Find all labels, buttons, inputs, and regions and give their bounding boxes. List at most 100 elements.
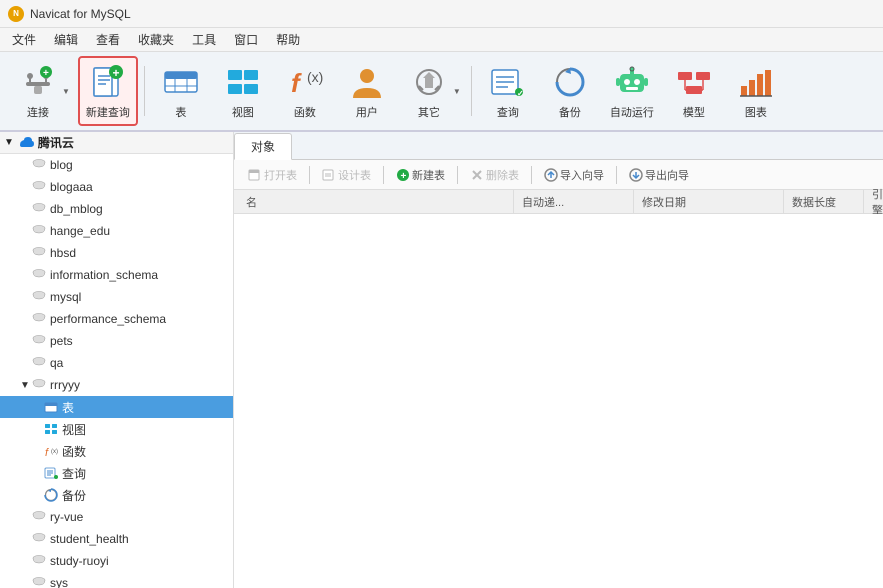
backup-sub-icon (44, 488, 58, 502)
export-wizard-label: 导出向导 (645, 167, 689, 183)
sidebar-label: hbsd (50, 246, 76, 260)
menu-help[interactable]: 帮助 (268, 29, 308, 50)
db-icon (32, 158, 46, 172)
sidebar-item-pets[interactable]: pets (0, 330, 233, 352)
import-wizard-icon (544, 168, 558, 182)
sidebar-item-query[interactable]: 查询 (0, 462, 233, 484)
query-button[interactable]: ✓ 查询 (478, 56, 538, 126)
autorun-button[interactable]: 自动运行 (602, 56, 662, 126)
delete-table-icon (470, 168, 484, 182)
content-area (234, 214, 883, 588)
svg-text:(x): (x) (307, 69, 323, 85)
db-icon (32, 180, 46, 194)
svg-text:✓: ✓ (517, 89, 524, 98)
menu-tools[interactable]: 工具 (184, 29, 224, 50)
db-icon (32, 224, 46, 238)
sidebar-item-study-ruoyi[interactable]: study-ruoyi (0, 550, 233, 572)
sidebar-label: blogaaa (50, 180, 93, 194)
export-wizard-button[interactable]: 导出向导 (623, 165, 695, 185)
chart-icon (736, 62, 776, 102)
table-button[interactable]: 表 (151, 56, 211, 126)
sidebar-label: rrryyy (50, 378, 80, 392)
sidebar-label: 备份 (62, 487, 86, 504)
menu-favorites[interactable]: 收藏夹 (130, 29, 182, 50)
backup-button[interactable]: 备份 (540, 56, 600, 126)
sidebar-item-blog[interactable]: blog (0, 154, 233, 176)
open-table-button[interactable]: 打开表 (242, 165, 303, 185)
sidebar-item-view[interactable]: 视图 (0, 418, 233, 440)
sidebar: ▼ 腾讯云 blog blogaaa db_mblog hange_edu (0, 132, 234, 588)
db-icon (32, 334, 46, 348)
new-table-button[interactable]: + 新建表 (390, 165, 451, 185)
sidebar-label: 查询 (62, 465, 86, 482)
sidebar-label: mysql (50, 290, 81, 304)
sidebar-item-student_health[interactable]: student_health (0, 528, 233, 550)
user-label: 用户 (356, 104, 378, 120)
design-table-button[interactable]: 设计表 (316, 165, 377, 185)
db-icon (32, 246, 46, 260)
menu-window[interactable]: 窗口 (226, 29, 266, 50)
col-name-header: 名 (234, 190, 514, 213)
view-icon (223, 62, 263, 102)
sidebar-label: pets (50, 334, 73, 348)
sidebar-label: 函数 (62, 443, 86, 460)
action-bar: 打开表 设计表 + 新建表 (234, 160, 883, 190)
other-button[interactable]: 其它 (399, 56, 459, 126)
sidebar-item-ry-vue[interactable]: ry-vue (0, 506, 233, 528)
view-button[interactable]: 视图 (213, 56, 273, 126)
autorun-label: 自动运行 (610, 104, 654, 120)
right-panel: 对象 打开表 设计表 (234, 132, 883, 588)
sidebar-item-blogaaa[interactable]: blogaaa (0, 176, 233, 198)
sidebar-item-qa[interactable]: qa (0, 352, 233, 374)
model-label: 模型 (683, 104, 705, 120)
sidebar-item-information_schema[interactable]: information_schema (0, 264, 233, 286)
sidebar-label: hange_edu (50, 224, 110, 238)
chart-button[interactable]: 图表 (726, 56, 786, 126)
svg-text:f: f (45, 447, 49, 458)
sidebar-item-backup[interactable]: 备份 (0, 484, 233, 506)
action-sep-5 (616, 166, 617, 184)
menu-view[interactable]: 查看 (88, 29, 128, 50)
model-button[interactable]: 模型 (664, 56, 724, 126)
toolbar-sep-2 (471, 66, 472, 116)
db-icon (32, 290, 46, 304)
sidebar-label: information_schema (50, 268, 158, 282)
app-title: Navicat for MySQL (30, 7, 131, 21)
sidebar-label: sys (50, 576, 68, 588)
sidebar-item-db_mblog[interactable]: db_mblog (0, 198, 233, 220)
query-icon: ✓ (488, 62, 528, 102)
action-sep-4 (531, 166, 532, 184)
sidebar-item-function[interactable]: f (x) 函数 (0, 440, 233, 462)
export-wizard-icon (629, 168, 643, 182)
action-sep-2 (383, 166, 384, 184)
user-button[interactable]: 用户 (337, 56, 397, 126)
sidebar-item-mysql[interactable]: mysql (0, 286, 233, 308)
sidebar-item-performance_schema[interactable]: performance_schema (0, 308, 233, 330)
sidebar-item-table[interactable]: 表 (0, 396, 233, 418)
query-label: 查询 (497, 104, 519, 120)
sidebar-item-hange_edu[interactable]: hange_edu (0, 220, 233, 242)
sidebar-item-rrryyy[interactable]: ▼ rrryyy (0, 374, 233, 396)
delete-table-label: 删除表 (486, 167, 519, 183)
function-sub-icon: f (x) (44, 444, 58, 458)
chart-label: 图表 (745, 104, 767, 120)
sidebar-label: ry-vue (50, 510, 83, 524)
sidebar-item-sys[interactable]: sys (0, 572, 233, 588)
import-wizard-button[interactable]: 导入向导 (538, 165, 610, 185)
delete-table-button[interactable]: 删除表 (464, 165, 525, 185)
db-icon (32, 202, 46, 216)
connect-button[interactable]: + 连接 (8, 56, 68, 126)
design-table-icon (322, 168, 336, 182)
tab-objects[interactable]: 对象 (234, 133, 292, 160)
autorun-icon (612, 62, 652, 102)
col-date-header: 修改日期 (634, 190, 784, 213)
menu-edit[interactable]: 编辑 (46, 29, 86, 50)
new-query-button[interactable]: + 新建查询 (78, 56, 138, 126)
group-label: 腾讯云 (38, 134, 74, 151)
sidebar-item-hbsd[interactable]: hbsd (0, 242, 233, 264)
menu-file[interactable]: 文件 (4, 29, 44, 50)
group-tencent-cloud[interactable]: ▼ 腾讯云 (0, 132, 233, 154)
col-length-header: 数据长度 (784, 190, 864, 213)
function-button[interactable]: f (x) 函数 (275, 56, 335, 126)
sidebar-label: qa (50, 356, 63, 370)
